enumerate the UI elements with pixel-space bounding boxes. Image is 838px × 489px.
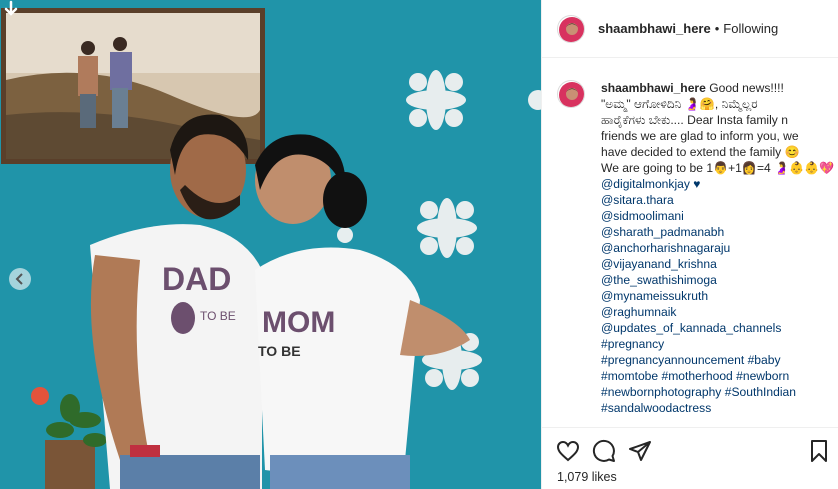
arrow-down-icon[interactable] [3,0,19,18]
shirt-dad-sub: TO BE [200,309,236,323]
caption-line: friends we are glad to inform you, we [601,129,799,143]
post-photo[interactable]: DAD TO BE MOM TO BE [0,0,541,489]
heart-icon[interactable] [556,439,580,463]
caption-line: "ಅಮ್ಮ" ಆಗೋಳಿದಿನಿ 🤰🤗, ನಿಮ್ಮೆಲ್ಲರ [601,97,758,111]
caption-avatar[interactable] [557,80,585,108]
chevron-left-icon [15,273,23,285]
shirt-mom-text: MOM [262,306,335,339]
caption-text: shaambhawi_here Good news!!!! "ಅಮ್ಮ" ಆಗೋ… [601,80,835,424]
mention-link[interactable]: @digitalmonkjay ♥ [601,176,831,192]
caption-line: ಹಾರೈಕೆಗಳು ಬೇಕು.... Dear Insta family n [601,113,788,127]
mention-link[interactable]: @raghumnaik [601,304,831,320]
caption-line: We are going to be 1👨+1👩=4 🤰👶👶💖 [601,161,835,175]
caption-username[interactable]: shaambhawi_here [601,81,706,95]
caption-line: Good news!!!! [705,81,784,95]
caption-area: shaambhawi_here Good news!!!! "ಅಮ್ಮ" ಆಗೋ… [542,58,838,424]
shirt-mom-sub: TO BE [258,343,301,359]
mention-link[interactable]: @sitara.thara [601,192,831,208]
mention-link[interactable]: @vijayanand_krishna [601,256,831,272]
comment-icon[interactable] [592,439,616,463]
mention-link[interactable]: @mynameissukruth [601,288,831,304]
mention-link[interactable]: @sidmoolimani [601,208,831,224]
share-icon[interactable] [628,439,652,463]
hashtag-link[interactable]: #pregnancyannouncement #baby [601,352,831,368]
hashtag-link[interactable]: #pregnancy [601,336,831,352]
header-separator: • [714,21,720,36]
hashtag-link[interactable]: #newbornphotography #SouthIndian [601,384,831,400]
mention-link[interactable]: @sharath_padmanabh [601,224,831,240]
post-header: shaambhawi_here • Following [542,0,838,58]
hashtag-link[interactable]: #sandalwoodactress [601,400,831,416]
header-username[interactable]: shaambhawi_here [598,21,711,36]
caption-line: have decided to extend the family 😊 [601,145,800,159]
photo-illustration: DAD TO BE MOM TO BE [0,0,541,489]
action-bar: 1,079 likes [542,427,838,489]
carousel-prev-button[interactable] [9,268,31,290]
likes-count[interactable]: 1,079 likes [557,470,617,484]
post-side-panel: shaambhawi_here • Following shaambhawi_h… [541,0,838,489]
bookmark-icon[interactable] [807,439,831,463]
mention-link[interactable]: @updates_of_kannada_channels [601,320,831,336]
shirt-dad-text: DAD [162,261,231,297]
avatar[interactable] [557,14,585,43]
hashtag-link[interactable]: #momtobe #motherhood #newborn [601,368,831,384]
mention-link[interactable]: @the_swathishimoga [601,272,831,288]
mention-link[interactable]: @anchorharishnagaraju [601,240,831,256]
following-button[interactable]: Following [723,21,778,36]
